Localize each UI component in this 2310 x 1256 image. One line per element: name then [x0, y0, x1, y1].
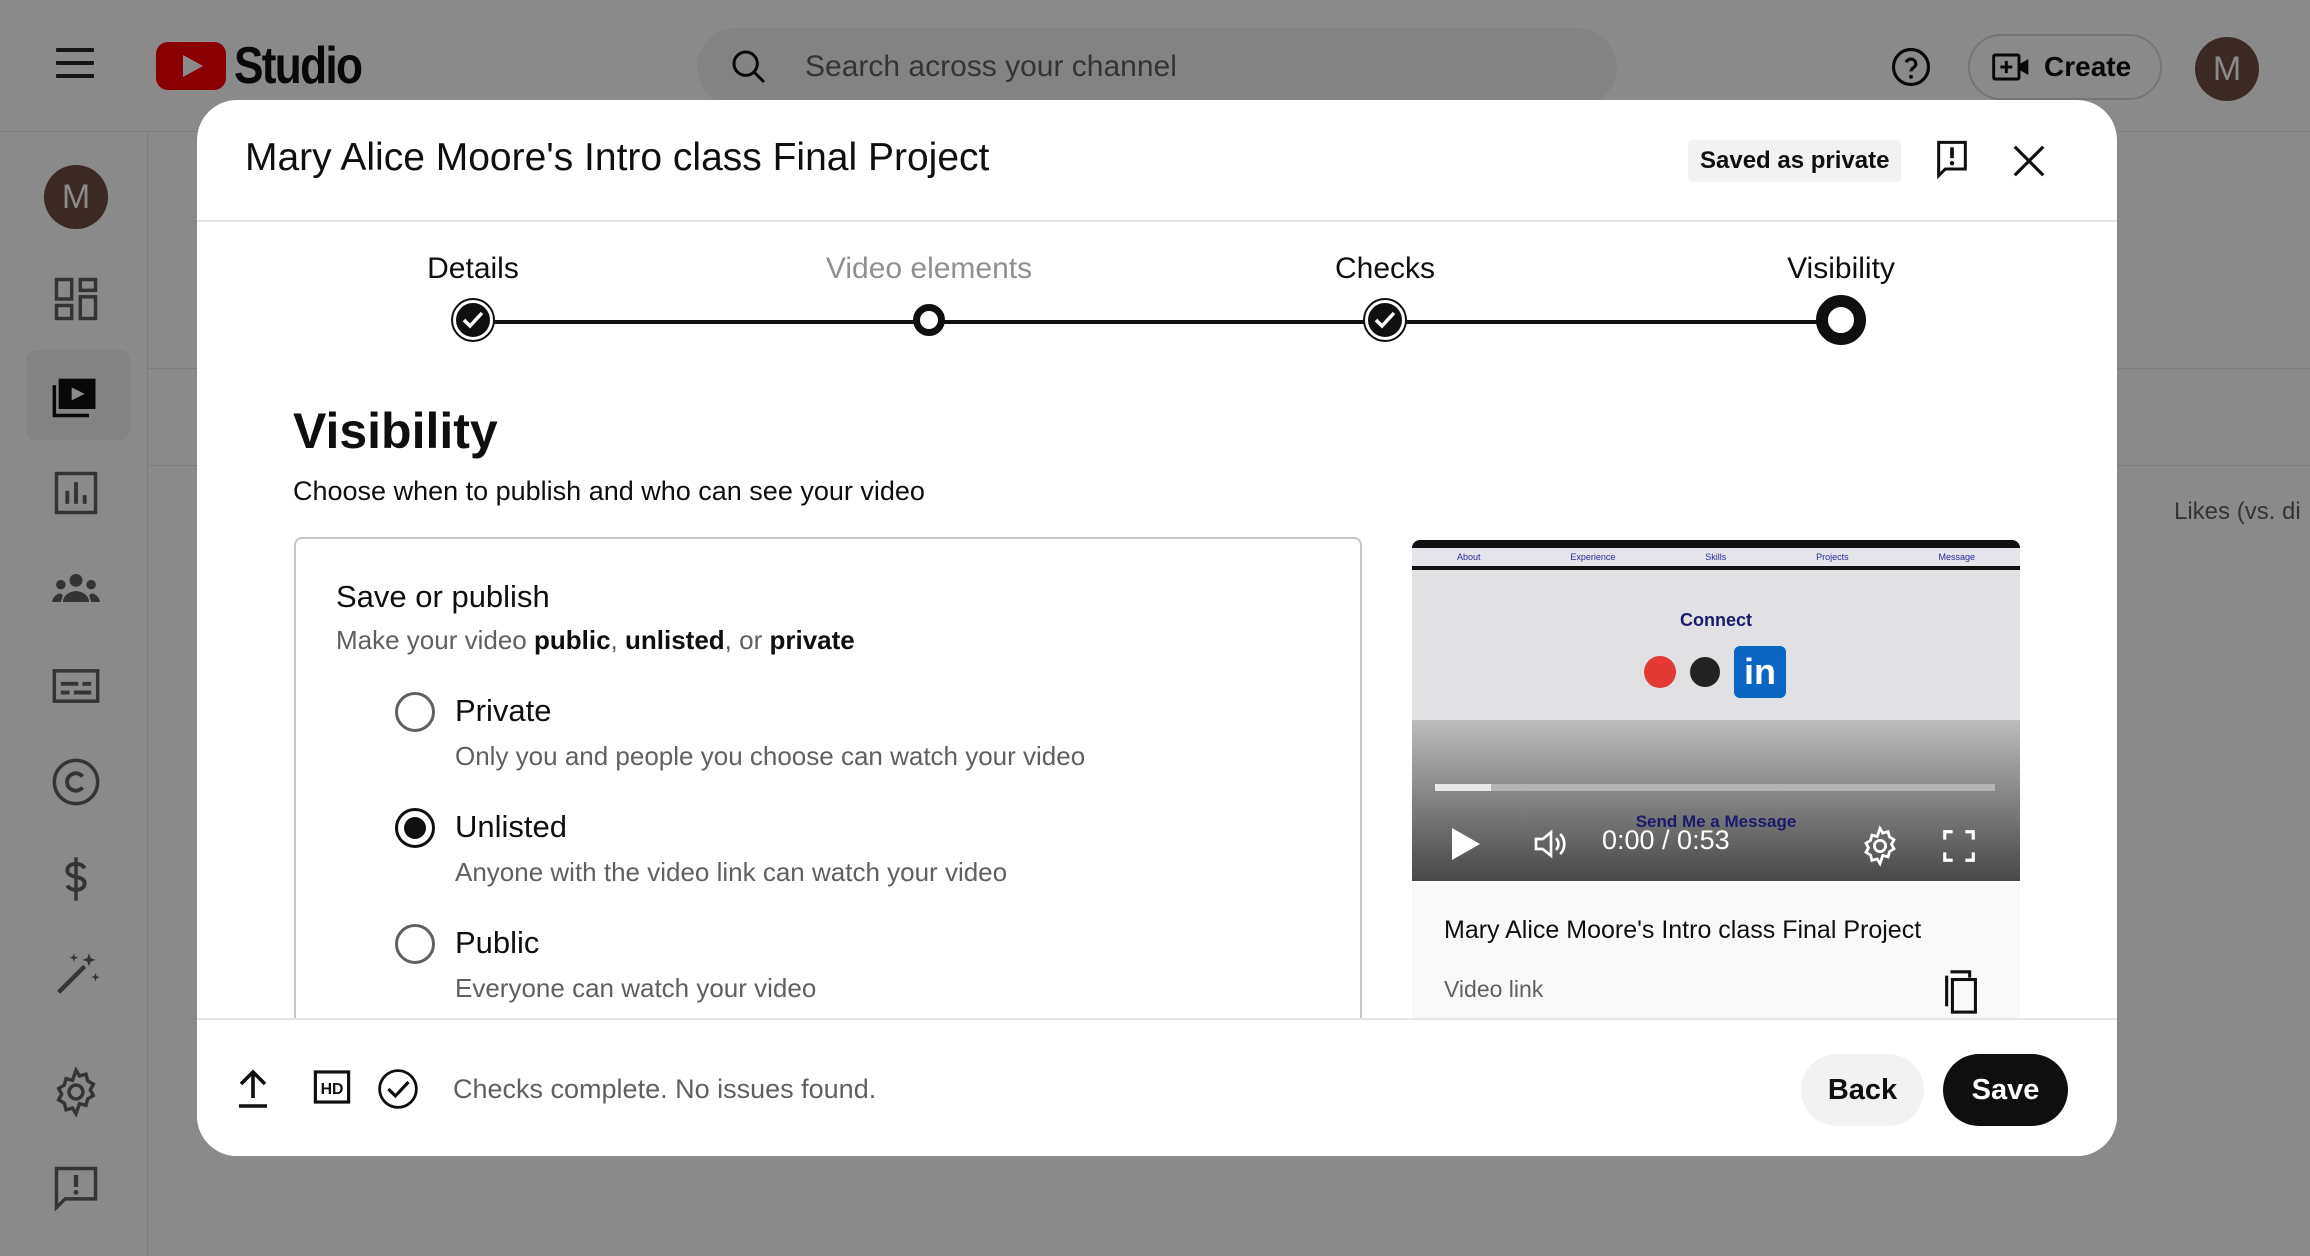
video-frame-text: Experience	[1570, 552, 1616, 562]
visibility-dialog: Mary Alice Moore's Intro class Final Pro…	[197, 100, 2117, 1156]
dialog-title: Mary Alice Moore's Intro class Final Pro…	[245, 136, 990, 179]
step-done-node	[1365, 300, 1405, 340]
video-frame-text: About	[1456, 552, 1481, 562]
copy-icon[interactable]	[1942, 968, 1982, 1014]
section-title: Visibility	[293, 403, 498, 459]
step-visibility[interactable]: Visibility	[1691, 222, 1991, 345]
section-subtitle: Choose when to publish and who can see y…	[293, 476, 925, 506]
status-badge: Saved as private	[1688, 140, 1902, 182]
svg-text:HD: HD	[321, 1081, 344, 1098]
check-icon	[462, 311, 484, 329]
step-done-node	[453, 300, 493, 340]
step-open-node	[913, 304, 945, 336]
video-frame-text: Projects	[1816, 552, 1849, 562]
option-description: Anyone with the video link can watch you…	[455, 857, 1008, 887]
dialog-header: Mary Alice Moore's Intro class Final Pro…	[197, 100, 2117, 222]
option-label: Private	[455, 693, 552, 728]
card-subtitle: Make your video public, unlisted, or pri…	[336, 625, 855, 656]
option-label: Public	[455, 925, 540, 960]
video-frame-text: Skills	[1705, 552, 1727, 562]
card-subtitle-text: , or	[724, 625, 770, 655]
step-label: Checks	[1334, 252, 1436, 285]
card-subtitle-unlisted: unlisted	[625, 625, 725, 655]
video-frame-heading: Connect	[1680, 610, 1752, 630]
video-link-label: Video link	[1444, 976, 1544, 1002]
close-icon[interactable]	[2010, 142, 2048, 180]
public-radio[interactable]	[395, 924, 435, 964]
card-subtitle-private: private	[769, 625, 855, 655]
checks-status: Checks complete. No issues found.	[453, 1074, 877, 1104]
card-subtitle-text: Make your video	[336, 625, 534, 655]
stepper-line	[473, 320, 1837, 324]
card-subtitle-text: ,	[610, 625, 625, 655]
github-icon	[1690, 657, 1720, 687]
upload-icon[interactable]	[235, 1068, 271, 1108]
checks-complete-icon[interactable]	[377, 1068, 419, 1110]
dialog-footer: HD Checks complete. No issues found. Bac…	[197, 1018, 2117, 1156]
report-icon[interactable]	[1932, 138, 1972, 180]
video-time: 0:00 / 0:53	[1602, 825, 1730, 855]
step-current-node	[1816, 295, 1866, 345]
private-radio[interactable]	[395, 692, 435, 732]
upload-stepper: Details Video elements Checks Visibility	[197, 222, 2117, 352]
card-title: Save or publish	[336, 579, 550, 614]
step-video-elements[interactable]: Video elements	[779, 222, 1079, 336]
step-checks[interactable]: Checks	[1235, 222, 1535, 340]
step-label: Video elements	[825, 252, 1033, 285]
linkedin-icon: in	[1734, 646, 1786, 698]
mail-icon	[1644, 656, 1676, 688]
video-buffered	[1435, 784, 1491, 791]
hd-icon[interactable]: HD	[313, 1068, 351, 1106]
option-label: Unlisted	[455, 809, 567, 844]
option-description: Everyone can watch your video	[455, 973, 817, 1003]
play-icon[interactable]	[1450, 826, 1482, 862]
option-description: Only you and people you choose can watch…	[455, 741, 1086, 771]
fullscreen-icon[interactable]	[1940, 827, 1978, 865]
card-subtitle-public: public	[533, 625, 611, 655]
save-button[interactable]: Save	[1943, 1054, 2068, 1126]
volume-icon[interactable]	[1530, 824, 1572, 864]
unlisted-radio[interactable]	[395, 808, 435, 848]
step-label: Details	[427, 252, 519, 285]
step-details[interactable]: Details	[323, 222, 623, 340]
back-button[interactable]: Back	[1801, 1054, 1924, 1126]
check-icon	[1374, 311, 1396, 329]
video-frame-icons: in	[1644, 646, 1786, 698]
video-frame-text: Message	[1938, 552, 1976, 562]
video-frame-nav: About Experience Skills Projects Message	[1412, 540, 2020, 570]
video-progress-bar[interactable]	[1435, 784, 1995, 791]
video-controls-gradient	[1412, 720, 2020, 881]
preview-video-title: Mary Alice Moore's Intro class Final Pro…	[1444, 916, 1922, 944]
step-label: Visibility	[1787, 252, 1895, 285]
settings-gear-icon[interactable]	[1859, 825, 1901, 867]
video-player[interactable]: About Experience Skills Projects Message…	[1412, 540, 2020, 881]
